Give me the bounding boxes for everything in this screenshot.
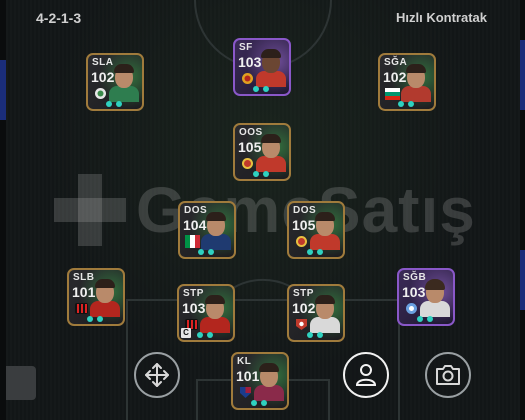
manchester-united-crest-icon bbox=[242, 158, 253, 169]
formation-label[interactable]: 4-2-1-3 bbox=[36, 10, 81, 26]
right-edge-strip bbox=[520, 0, 525, 420]
skill-indicator bbox=[398, 101, 422, 107]
player-button[interactable] bbox=[343, 352, 389, 398]
player-card-kl[interactable]: KL 101 bbox=[231, 352, 289, 410]
galatasaray-crest-icon bbox=[242, 73, 253, 84]
ac-milan-crest-icon bbox=[75, 303, 88, 314]
player-card-stp-left[interactable]: STP 103 C bbox=[177, 284, 235, 342]
barcelona-crest-icon bbox=[240, 387, 251, 398]
right-edge-accent bbox=[520, 40, 525, 110]
player-card-sgb[interactable]: SĞB 103 bbox=[397, 268, 455, 326]
manchester-united-crest-icon bbox=[296, 236, 307, 247]
bulgaria-flag-icon bbox=[385, 88, 400, 100]
player-card-dos-left[interactable]: DOS 104 bbox=[178, 201, 236, 259]
club-crest-icon bbox=[406, 303, 417, 314]
move-arrows-icon bbox=[145, 363, 169, 387]
skill-indicator bbox=[197, 332, 221, 338]
skill-indicator bbox=[87, 316, 111, 322]
skill-indicator bbox=[106, 101, 130, 107]
camera-icon bbox=[436, 365, 460, 385]
side-panel-tab[interactable] bbox=[6, 366, 36, 400]
player-portrait bbox=[90, 279, 120, 317]
skill-indicator bbox=[307, 332, 331, 338]
move-button[interactable] bbox=[134, 352, 180, 398]
player-portrait bbox=[256, 49, 286, 87]
player-position: SF bbox=[239, 42, 253, 53]
player-portrait bbox=[420, 279, 450, 317]
captain-badge: C bbox=[181, 328, 191, 338]
player-card-dos-right[interactable]: DOS 105 bbox=[287, 201, 345, 259]
player-card-sf[interactable]: SF 103 bbox=[233, 38, 291, 96]
skill-indicator bbox=[198, 249, 222, 255]
player-position: KL bbox=[237, 356, 252, 367]
watermark-cross-icon bbox=[54, 174, 126, 246]
player-card-slb[interactable]: SLB 101 bbox=[67, 268, 125, 326]
skill-indicator bbox=[253, 86, 277, 92]
skill-indicator bbox=[251, 400, 275, 406]
watermark: GameSatış bbox=[54, 170, 484, 250]
skill-indicator bbox=[253, 171, 277, 177]
player-card-oos[interactable]: OOS 105 bbox=[233, 123, 291, 181]
player-portrait bbox=[256, 134, 286, 172]
player-portrait bbox=[254, 363, 284, 401]
league-badge-icon bbox=[296, 319, 307, 330]
player-portrait bbox=[200, 295, 230, 333]
player-portrait bbox=[109, 64, 139, 102]
player-portrait bbox=[201, 212, 231, 250]
right-edge-accent-lower bbox=[520, 250, 525, 310]
team-strategy-label[interactable]: Hızlı Kontratak bbox=[396, 10, 487, 25]
skill-indicator bbox=[417, 316, 441, 322]
player-card-sga[interactable]: SĞA 102 bbox=[378, 53, 436, 111]
player-portrait bbox=[401, 64, 431, 102]
screenshot-button[interactable] bbox=[425, 352, 471, 398]
club-crest-icon bbox=[95, 88, 106, 99]
italy-flag-icon bbox=[185, 235, 200, 248]
player-card-sla[interactable]: SLA 102 bbox=[86, 53, 144, 111]
skill-indicator bbox=[307, 249, 331, 255]
player-card-stp-right[interactable]: STP 102 bbox=[287, 284, 345, 342]
player-portrait bbox=[310, 212, 340, 250]
person-icon bbox=[355, 364, 377, 386]
player-portrait bbox=[310, 295, 340, 333]
